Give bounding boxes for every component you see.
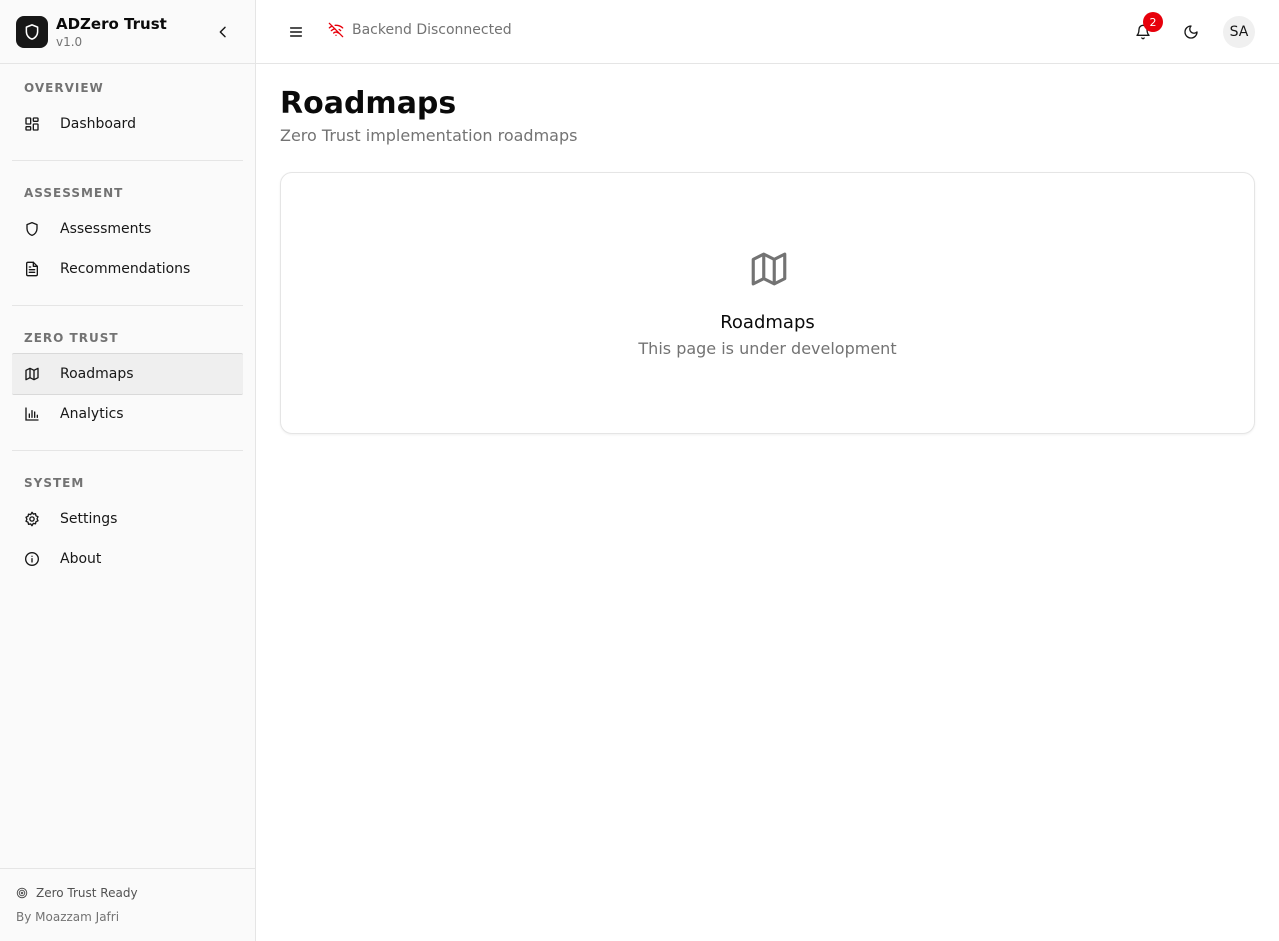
author-credit: By Moazzam Jafri (16, 910, 120, 924)
section-label-system: SYSTEM (24, 476, 85, 490)
hamburger-menu-icon (289, 27, 303, 37)
sidebar-item-label: Dashboard (60, 116, 136, 132)
sidebar-item-assessments[interactable]: Assessments (12, 209, 243, 249)
sidebar-item-dashboard[interactable]: Dashboard (12, 104, 243, 144)
sidebar-footer: Zero Trust Ready By Moazzam Jafri (0, 868, 255, 941)
sidebar-item-label: Assessments (60, 221, 152, 237)
sidebar-item-about[interactable]: About (12, 539, 243, 579)
placeholder-title: Roadmaps (720, 312, 815, 333)
app-version: v1.0 (56, 35, 83, 49)
section-label-assessment: ASSESSMENT (24, 186, 124, 200)
sidebar-item-analytics[interactable]: Analytics (12, 394, 243, 434)
sidebar-item-label: Roadmaps (60, 366, 134, 382)
sidebar-item-recommendations[interactable]: Recommendations (12, 249, 243, 289)
sidebar-divider (12, 305, 243, 306)
sidebar-item-settings[interactable]: Settings (12, 499, 243, 539)
sidebar-divider (12, 450, 243, 451)
menu-toggle-button[interactable] (284, 20, 308, 44)
chevron-left-icon (219, 26, 226, 38)
notification-count-badge: 2 (1143, 12, 1163, 32)
app-name: ADZero Trust (56, 15, 167, 33)
page-title: Roadmaps (280, 86, 457, 121)
sidebar: ADZero Trust v1.0 OVERVIEW Dashboard ASS… (0, 0, 256, 941)
section-label-overview: OVERVIEW (24, 81, 104, 95)
sidebar-divider (12, 160, 243, 161)
dashboard-icon (24, 116, 40, 132)
wifi-off-icon (328, 22, 344, 38)
section-label-zero-trust: ZERO TRUST (24, 331, 119, 345)
backend-status: Backend Disconnected (328, 22, 512, 38)
sidebar-header: ADZero Trust v1.0 (0, 0, 255, 64)
sidebar-item-label: Settings (60, 511, 118, 527)
backend-status-label: Backend Disconnected (352, 22, 512, 38)
map-icon (24, 366, 40, 382)
info-icon (24, 551, 40, 567)
theme-toggle-button[interactable] (1175, 16, 1207, 48)
shield-icon (24, 221, 40, 237)
page-subtitle: Zero Trust implementation roadmaps (280, 126, 578, 145)
sidebar-item-label: Recommendations (60, 261, 191, 277)
placeholder-message: This page is under development (638, 339, 897, 358)
collapse-sidebar-button[interactable] (211, 20, 235, 44)
document-icon (24, 261, 40, 277)
moon-icon (1184, 25, 1198, 39)
radar-icon (16, 887, 28, 899)
top-bar: Backend Disconnected 2 SA (256, 0, 1279, 64)
sidebar-item-label: Analytics (60, 406, 124, 422)
sidebar-item-label: About (60, 551, 102, 567)
sidebar-item-roadmaps[interactable]: Roadmaps (12, 353, 243, 395)
user-avatar[interactable]: SA (1223, 16, 1255, 48)
shield-icon (25, 24, 39, 40)
placeholder-card: Roadmaps This page is under development (280, 172, 1255, 434)
map-icon (748, 248, 790, 290)
app-logo (16, 16, 48, 48)
gear-icon (24, 511, 40, 527)
zero-trust-status: Zero Trust Ready (16, 886, 138, 900)
zero-trust-status-label: Zero Trust Ready (36, 886, 138, 900)
bar-chart-icon (24, 406, 40, 422)
